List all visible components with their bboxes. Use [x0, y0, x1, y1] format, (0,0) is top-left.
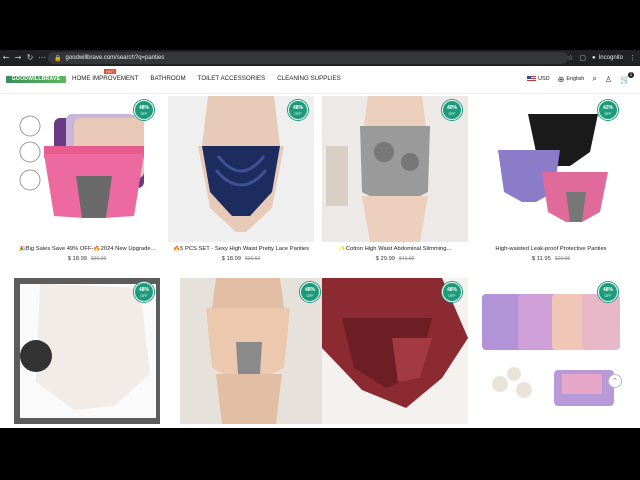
product-title[interactable]: ✨Cotton High Waist Abdominal Slimming...	[322, 246, 468, 252]
original-price: $20.95	[554, 256, 571, 262]
cart-icon[interactable]: 🛒 1	[620, 71, 634, 84]
bookmark-star-icon[interactable]: ☆	[567, 54, 573, 62]
discount-badge: 48% OFF	[300, 282, 320, 302]
product-price: $ 29.99	[375, 256, 396, 262]
discount-badge: 48% OFF	[288, 100, 308, 120]
video-frame: ← → ↻ ⋯ 🔒 goodwillbrave.com/search?q=pan…	[0, 0, 640, 480]
chevron-up-icon: ⌃	[612, 377, 618, 385]
address-bar[interactable]: 🔒 goodwillbrave.com/search?q=panties	[48, 52, 568, 64]
incognito-label: Incognito	[598, 55, 623, 61]
product-image[interactable]: 48% OFF	[322, 278, 468, 424]
product-price: $ 18.99	[67, 256, 88, 262]
product-price: $ 18.99	[221, 256, 242, 262]
hot-badge: HOT	[104, 69, 117, 74]
menu-label: HOME IMPROVEMENT	[72, 75, 139, 82]
original-price: $36.99	[91, 256, 107, 262]
currency-selector[interactable]: USD	[527, 76, 550, 82]
extensions-icon[interactable]: ▢	[579, 54, 586, 62]
product-image[interactable]: 48% OFF	[14, 96, 160, 242]
menu-home-improvement[interactable]: HOME IMPROVEMENT HOT	[72, 69, 139, 82]
menu-bathroom[interactable]: BATHROOM	[150, 75, 185, 82]
discount-badge: 48% OFF	[442, 282, 462, 302]
reload-icon[interactable]: ↻	[24, 50, 36, 66]
url-text: goodwillbrave.com/search?q=panties	[65, 55, 165, 61]
language-selector[interactable]: ⊕ English	[558, 75, 585, 84]
account-icon[interactable]: ♙	[605, 75, 612, 84]
scroll-to-top-button[interactable]: ⌃	[608, 374, 622, 388]
globe-icon: ⊕	[557, 74, 565, 84]
menu-toilet-accessories[interactable]: TOILET ACCESSORIES	[198, 75, 266, 82]
main-menu: HOME IMPROVEMENT HOT BATHROOM TOILET ACC…	[72, 69, 341, 82]
browser-toolbar: ← → ↻ ⋯ 🔒 goodwillbrave.com/search?q=pan…	[0, 50, 640, 66]
cart-count: 1	[628, 71, 634, 78]
discount-badge: 48% OFF	[134, 100, 154, 120]
product-title[interactable]: 🔥5 PCS SET - Sexy High Waist Pretty Lace…	[168, 246, 314, 252]
product-image[interactable]: 48% OFF	[478, 278, 624, 424]
site-logo[interactable]: GOODWILLBRAVE	[6, 76, 66, 83]
back-icon[interactable]: ←	[0, 50, 12, 66]
browser-menu-icon[interactable]: ⋮	[629, 54, 636, 62]
site-header: GOODWILLBRAVE HOME IMPROVEMENT HOT BATHR…	[0, 66, 640, 94]
search-icon[interactable]: ⌕	[592, 74, 596, 84]
forward-icon[interactable]: →	[12, 50, 24, 66]
currency-label: USD	[538, 76, 550, 82]
discount-badge: 48% OFF	[598, 282, 618, 302]
us-flag-icon	[527, 76, 536, 82]
product-image[interactable]: 48% OFF	[168, 96, 314, 242]
product-price: $ 11.95	[531, 256, 551, 262]
product-image[interactable]: 42% OFF	[478, 96, 624, 242]
product-title[interactable]: High-waisted Leak-proof Protective Panti…	[478, 246, 624, 252]
product-image[interactable]: 48% OFF	[180, 278, 326, 424]
product-image[interactable]: 48% OFF	[14, 278, 160, 424]
discount-badge: 48% OFF	[134, 282, 154, 302]
product-image[interactable]: 40% OFF	[322, 96, 468, 242]
language-label: English	[566, 76, 585, 82]
original-price: $36.52	[245, 256, 261, 262]
lock-icon: 🔒	[54, 54, 62, 62]
discount-badge: 40% OFF	[442, 100, 462, 120]
incognito-indicator[interactable]: ● Incognito	[592, 55, 623, 61]
menu-cleaning-supplies[interactable]: CLEANING SUPPLIES	[277, 75, 341, 82]
original-price: $49.99	[399, 256, 415, 262]
site-info-icon[interactable]: ⋯	[36, 50, 48, 66]
discount-badge: 42% OFF	[598, 100, 618, 120]
website-viewport: GOODWILLBRAVE HOME IMPROVEMENT HOT BATHR…	[0, 66, 640, 428]
incognito-icon: ●	[592, 55, 596, 61]
product-title[interactable]: 🎉Big Sales Save 49% OFF-🔥2024 New Upgrad…	[14, 246, 160, 252]
